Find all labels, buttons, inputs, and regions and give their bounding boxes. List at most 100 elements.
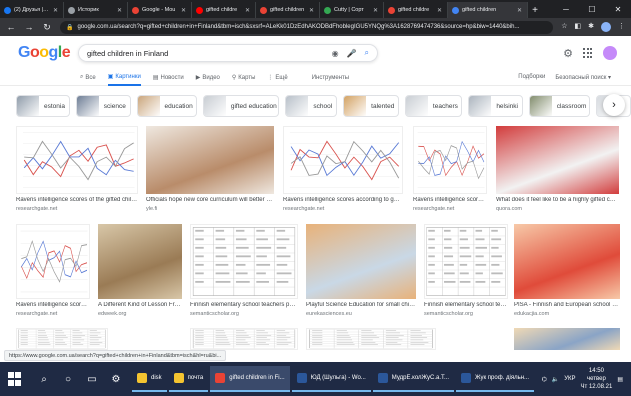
maximize-icon[interactable]: ☐ [579,0,605,18]
account-avatar[interactable] [603,46,617,60]
image-result[interactable] [514,328,620,350]
browser-tab[interactable]: Историк ✕ [64,2,128,18]
browser-tab[interactable]: gifted children ✕ [256,2,320,18]
back-icon[interactable]: ← [6,22,16,32]
reload-icon[interactable]: ↻ [42,22,52,33]
image-result[interactable]: Finnish elementary school tea... semantic… [424,224,508,317]
result-image[interactable] [413,126,487,194]
star-icon[interactable]: ☆ [561,22,567,32]
close-tab-icon[interactable]: ✕ [117,7,123,14]
minimize-icon[interactable]: ─ [553,0,579,18]
related-chip[interactable]: classroom [528,95,591,117]
browser-tab[interactable]: Google - Mou ✕ [128,2,192,18]
image-result[interactable]: A Different Kind of Lesson Fro... edweek.… [98,224,182,317]
taskbar-app[interactable]: ЮД (Шульга) - Wo... [291,366,371,392]
close-tab-icon[interactable]: ✕ [245,7,251,14]
related-chip[interactable]: talented [343,95,399,117]
tools-button[interactable]: Инструменты [312,70,349,86]
result-image[interactable] [306,328,436,350]
tab-search[interactable]: ⌕ Все [80,70,96,86]
clock[interactable]: 14:50 четвер Чт 12.08.21 [581,367,613,391]
result-caption[interactable]: Playful Science Education for small chil… [306,302,416,308]
result-image[interactable] [146,126,274,194]
browser-tab[interactable]: gifted children ✕ [448,2,528,18]
cortana-icon[interactable]: ○ [60,371,76,387]
extension-icon[interactable]: ◧ [575,22,582,32]
tab-news[interactable]: ▤ Новости [153,70,184,86]
notifications-icon[interactable]: ▤ [617,376,623,383]
volume-icon[interactable]: 🔈 [552,376,559,383]
close-tab-icon[interactable]: ✕ [309,7,315,14]
image-result[interactable]: Officials hope new core curriculum will … [146,126,274,212]
search-icon[interactable]: ⌕ [365,48,369,58]
tab-more[interactable]: ⋮ Ещё [267,70,287,86]
result-caption[interactable]: Ravens intelligence scores ... [413,197,487,203]
related-chip[interactable]: teachers [404,95,463,117]
result-caption[interactable]: Finnish elementary school teachers pers.… [190,302,298,308]
taskbar-app[interactable]: disk [132,366,167,392]
close-window-icon[interactable]: ✕ [605,0,631,18]
image-result[interactable] [306,328,436,350]
collections-link[interactable]: Подборки [518,74,545,81]
close-tab-icon[interactable]: ✕ [53,7,59,14]
image-result[interactable]: Ravens intelligence scores ... researchga… [413,126,487,212]
tab-video[interactable]: ▶ Видео [196,70,220,86]
result-image[interactable] [283,126,403,194]
language-indicator[interactable]: УКР [564,376,575,382]
result-image[interactable] [16,126,138,194]
network-icon[interactable]: ⌬ [542,376,547,383]
result-caption[interactable]: Ravens intelligence scores ... [16,302,90,308]
related-chip[interactable]: estonia [16,95,70,117]
taskbar-app[interactable]: Жук проф. діяльн... [456,366,535,392]
tab-map-pin[interactable]: ⚲ Карты [232,70,256,86]
chevron-right-icon[interactable]: › [603,94,625,116]
browser-tab[interactable]: gifted childre ✕ [192,2,256,18]
result-caption[interactable]: A Different Kind of Lesson Fro... [98,302,182,308]
gear-icon[interactable]: ⚙ [563,47,573,60]
taskbar-app[interactable]: МудрЕ.колЖуС.а.Т... [372,366,455,392]
result-image[interactable] [514,224,620,299]
puzzle-icon[interactable]: ✱ [588,22,594,32]
result-caption[interactable]: What does it feel like to be a highly gi… [496,197,619,203]
result-image[interactable] [16,328,108,350]
close-tab-icon[interactable]: ✕ [181,7,187,14]
image-result[interactable]: Ravens intelligence scores according to … [283,126,403,212]
menu-icon[interactable]: ⋮ [618,22,625,32]
image-result[interactable]: Playful Science Education for small chil… [306,224,416,317]
image-result[interactable]: Finnish elementary school teachers pers.… [190,224,298,317]
result-caption[interactable]: Ravens intelligence scores of the gifted… [16,197,138,203]
result-image[interactable] [98,224,182,299]
result-caption[interactable]: Ravens intelligence scores according to … [283,197,403,203]
result-image[interactable] [306,224,416,299]
task-view-icon[interactable]: ▭ [84,371,100,387]
image-result[interactable] [16,328,108,350]
address-bar[interactable]: 🔒 google.com.ua/search?q=gifted+children… [60,20,554,34]
result-image[interactable] [190,328,298,350]
image-result[interactable]: Ravens intelligence scores of the gifted… [16,126,138,212]
result-image[interactable] [514,328,620,350]
result-image[interactable] [190,224,298,299]
result-image[interactable] [16,224,90,299]
microphone-icon[interactable]: 🎤 [347,49,357,58]
browser-tab[interactable]: (2) Друзья | Fa ✕ [0,2,64,18]
google-logo[interactable]: Google [18,44,78,62]
safesearch-link[interactable]: Безопасный поиск ▾ [555,74,611,81]
taskbar-app[interactable]: почта [168,366,209,392]
browser-tab[interactable]: gifted childre ✕ [384,2,448,18]
apps-grid-icon[interactable] [583,48,593,58]
camera-icon[interactable]: ◉ [332,49,339,58]
image-result[interactable]: Ravens intelligence scores ... researchga… [16,224,90,317]
image-result[interactable]: PISA - Finnish and European school syste… [514,224,620,317]
search-input[interactable] [87,48,332,58]
windows-start-icon[interactable] [8,372,22,386]
related-chip[interactable]: helsinki [468,95,523,117]
forward-icon[interactable]: → [24,22,34,32]
search-icon[interactable]: ⌕ [36,371,52,387]
image-result[interactable] [190,328,298,350]
result-caption[interactable]: Officials hope new core curriculum will … [146,197,274,203]
image-result[interactable]: What does it feel like to be a highly gi… [496,126,619,212]
related-chip[interactable]: science [75,95,131,117]
tab-image[interactable]: ▣ Картинки [107,70,141,86]
related-chip[interactable]: education [136,95,197,117]
result-image[interactable] [496,126,619,194]
